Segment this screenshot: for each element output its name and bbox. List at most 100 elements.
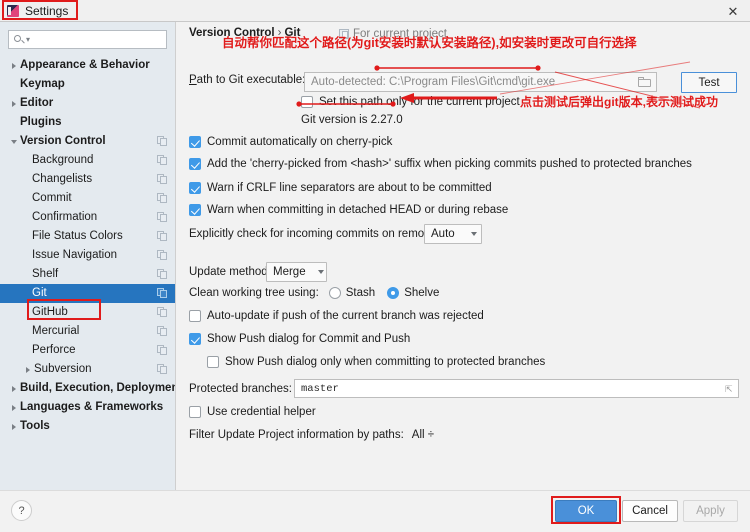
sidebar-item-changelists[interactable]: Changelists [0,170,175,189]
apply-button: Apply [683,500,738,522]
clean-tree-label: Clean working tree using: [189,287,319,299]
chevron-right-icon[interactable] [8,398,20,417]
sidebar-item-editor[interactable]: Editor [0,94,175,113]
sidebar-item-label: Keymap [20,78,65,90]
chevron-right-icon[interactable] [22,360,34,379]
show-push-protected-checkbox[interactable] [207,356,219,368]
project-scope-icon [157,212,168,223]
sidebar-item-github[interactable]: GitHub [0,303,175,322]
path-to-git-label: Path to Git executable: [189,74,306,86]
auto-update-row[interactable]: Auto-update if push of the current branc… [189,310,484,322]
project-scope-icon [157,307,168,318]
chevron-right-icon[interactable] [8,56,20,75]
sidebar-item-file-status-colors[interactable]: File Status Colors [0,227,175,246]
stash-label: Stash [345,287,376,299]
breadcrumb-leaf: Git [284,27,301,39]
sidebar-item-appearance-behavior[interactable]: Appearance & Behavior [0,56,175,75]
warn-crlf-checkbox[interactable] [189,182,201,194]
project-scope-icon [157,288,168,299]
protected-branches-value: master [301,382,339,395]
sidebar-item-perforce[interactable]: Perforce [0,341,175,360]
chevron-down-icon [306,270,324,274]
filter-paths-value[interactable]: All ÷ [412,429,434,441]
chevron-right-icon[interactable] [8,417,20,436]
sidebar-item-issue-navigation[interactable]: Issue Navigation [0,246,175,265]
checkbox-row-1[interactable]: Add the 'cherry-picked from <hash>' suff… [189,158,692,170]
project-scope-icon [157,269,168,280]
path-to-git-input[interactable]: Auto-detected: C:\Program Files\Git\cmd\… [304,72,657,92]
sidebar-item-confirmation[interactable]: Confirmation [0,208,175,227]
sidebar-item-label: Languages & Frameworks [20,401,164,413]
commit-on-cherry-pick-label: Commit automatically on cherry-pick [207,136,393,148]
breadcrumb-root: Version Control [189,27,275,39]
sidebar-item-version-control[interactable]: Version Control [0,132,175,151]
search-input[interactable] [30,32,165,47]
sidebar-item-languages-frameworks[interactable]: Languages & Frameworks [0,398,175,417]
project-scope-icon [157,155,168,166]
checkbox-row-2[interactable]: Warn if CRLF line separators are about t… [189,182,492,194]
sidebar-item-label: Subversion [34,363,92,375]
clean-tree-shelve-option[interactable]: Shelve [387,287,439,299]
sidebar-item-commit[interactable]: Commit [0,189,175,208]
sidebar-item-shelf[interactable]: Shelf [0,265,175,284]
sidebar-item-tools[interactable]: Tools [0,417,175,436]
show-push-checkbox[interactable] [189,333,201,345]
sidebar-item-label: Build, Execution, Deployment [20,382,175,394]
sidebar-item-git[interactable]: Git [0,284,175,303]
show-push-protected-row[interactable]: Show Push dialog only when committing to… [207,356,545,368]
checkbox-row-3[interactable]: Warn when committing in detached HEAD or… [189,204,508,216]
shelve-radio[interactable] [387,287,400,299]
sidebar-item-mercurial[interactable]: Mercurial [0,322,175,341]
expand-icon[interactable]: ⇱ [725,385,734,394]
commit-on-cherry-pick-checkbox[interactable] [189,136,201,148]
chevron-right-icon[interactable] [8,94,20,113]
ok-button[interactable]: OK [555,500,617,522]
folder-icon[interactable] [638,76,652,88]
clean-tree-stash-option[interactable]: Stash [328,287,376,299]
update-method-label: Update method: [189,266,271,278]
credential-helper-row[interactable]: Use credential helper [189,406,316,418]
chevron-right-icon[interactable] [8,379,20,398]
warn-detached-head-checkbox[interactable] [189,204,201,216]
project-scope-icon [157,136,168,147]
credential-helper-checkbox[interactable] [189,406,201,418]
credential-helper-label: Use credential helper [207,406,316,418]
set-path-only-row[interactable]: Set this path only for the current proje… [301,96,520,108]
close-icon[interactable]: ✕ [724,2,742,20]
chevron-down-icon[interactable] [8,132,20,151]
sidebar-item-label: Mercurial [32,325,80,337]
sidebar-item-label: File Status Colors [32,230,123,242]
sidebar-item-plugins[interactable]: Plugins [0,113,175,132]
cherry-picked-suffix-checkbox[interactable] [189,158,201,170]
sidebar-item-build-execution-deployment[interactable]: Build, Execution, Deployment [0,379,175,398]
incoming-commits-select[interactable]: Auto [424,224,482,244]
search-box[interactable]: ▾ [8,30,167,49]
show-push-label: Show Push dialog for Commit and Push [207,333,411,345]
sidebar-item-background[interactable]: Background [0,151,175,170]
test-button[interactable]: Test [681,72,737,93]
filter-paths-label: Filter Update Project information by pat… [189,429,404,441]
sidebar-item-keymap[interactable]: Keymap [0,75,175,94]
auto-update-checkbox[interactable] [189,310,201,322]
protected-branches-label: Protected branches: [189,383,292,395]
project-scope-icon [157,231,168,242]
stash-radio[interactable] [328,287,341,299]
show-push-row[interactable]: Show Push dialog for Commit and Push [189,333,410,345]
incoming-commits-label-row: Explicitly check for incoming commits on… [189,228,443,240]
update-method-select[interactable]: Merge [266,262,327,282]
help-button[interactable]: ? [11,500,32,521]
protected-branches-input[interactable]: master ⇱ [294,379,739,398]
sidebar-item-label: Background [32,154,94,166]
breadcrumb-separator: › [277,27,282,39]
set-path-only-checkbox[interactable] [301,96,313,108]
cancel-button[interactable]: Cancel [622,500,678,522]
sidebar-item-label: Shelf [32,268,59,280]
project-scope-icon [157,364,168,375]
sidebar-item-label: Confirmation [32,211,98,223]
sidebar-item-label: Appearance & Behavior [20,59,150,71]
settings-tree[interactable]: Appearance & Behavior Keymap Editor Plugins… [0,56,175,476]
checkbox-row-0[interactable]: Commit automatically on cherry-pick [189,136,392,148]
sidebar-item-subversion[interactable]: Subversion [0,360,175,379]
sidebar-item-label: Editor [20,97,54,109]
sidebar-item-label: GitHub [32,306,68,318]
